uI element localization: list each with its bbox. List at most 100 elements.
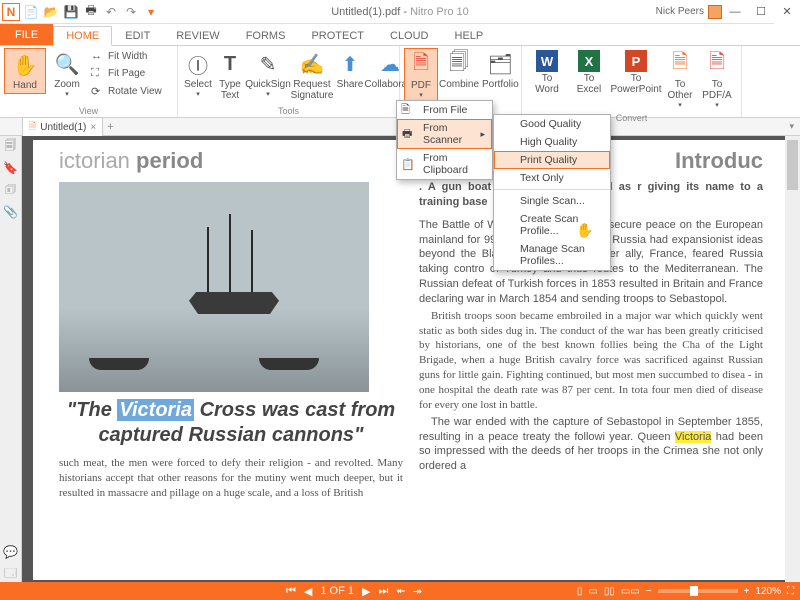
tab-review[interactable]: REVIEW <box>163 26 232 45</box>
first-page-button[interactable]: ⏮ <box>286 585 296 598</box>
tabstrip-chevron-icon[interactable]: ▾ <box>789 121 794 132</box>
facing-continuous-icon[interactable]: ▭▭ <box>621 586 640 597</box>
document-viewport[interactable]: ictorian period "The Victoria Cross was … <box>22 136 800 582</box>
maximize-button[interactable]: ☐ <box>748 0 774 24</box>
menu-from-clipboard[interactable]: 📋From Clipboard <box>397 149 492 179</box>
menu-single-scan[interactable]: Single Scan... <box>494 192 610 210</box>
body-text-r3: The war ended with the capture of Sebast… <box>419 415 763 474</box>
page: ictorian period "The Victoria Cross was … <box>33 140 789 580</box>
facing-icon[interactable]: ▯▯ <box>604 586 615 597</box>
back-button[interactable]: ⯬ <box>396 585 405 598</box>
redo-icon[interactable]: ↷ <box>122 3 140 21</box>
rotate-icon: ⟳ <box>91 85 105 98</box>
pdf-icon: 🗎 <box>407 51 435 79</box>
share-icon: ⬆ <box>336 50 364 78</box>
tab-cloud[interactable]: CLOUD <box>377 26 442 45</box>
text-icon: T <box>216 50 244 78</box>
select-icon: Ⓘ <box>184 50 212 78</box>
user-label[interactable]: Nick Peers <box>656 5 722 19</box>
type-text-button[interactable]: TType Text <box>214 48 246 103</box>
zoom-icon: 🔍 <box>53 50 81 78</box>
tab-home[interactable]: HOME <box>53 26 112 46</box>
tab-edit[interactable]: EDIT <box>112 26 163 45</box>
hand-tool-button[interactable]: ✋Hand <box>4 48 46 94</box>
fit-width-icon: ↔ <box>91 50 105 62</box>
zoom-level[interactable]: 120% <box>755 586 781 597</box>
layers-panel-icon[interactable]: 🗊 <box>3 182 19 198</box>
to-excel-button[interactable]: XTo Excel <box>568 48 610 97</box>
avatar-icon <box>708 5 722 19</box>
fit-width-button[interactable]: ↔Fit Width <box>88 49 165 63</box>
attachments-panel-icon[interactable]: 📎 <box>3 204 19 220</box>
title-bar: N 📄 📂 💾 🖶 ↶ ↷ ▾ Untitled(1).pdf - Nitro … <box>0 0 800 24</box>
file-icon: 🗎 <box>401 101 410 120</box>
rotate-view-button[interactable]: ⟳Rotate View <box>88 84 165 99</box>
page-indicator: 1 OF 1 <box>320 585 354 597</box>
save-icon[interactable]: 💾 <box>62 3 80 21</box>
forward-button[interactable]: ⯮ <box>413 585 422 598</box>
combine-button[interactable]: 🗐Combine <box>438 48 480 92</box>
ribbon-tabs: FILE HOME EDIT REVIEW FORMS PROTECT CLOU… <box>0 24 800 46</box>
highlighted-text: Victoria <box>675 431 711 443</box>
select-button[interactable]: ⒾSelect▾ <box>182 48 214 100</box>
menu-print-quality[interactable]: Print Quality <box>494 151 610 169</box>
share-button[interactable]: ⬆Share <box>334 48 366 92</box>
scanner-submenu: Good Quality High Quality Print Quality … <box>493 114 611 271</box>
to-other-button[interactable]: 🗎To Other▾ <box>662 48 698 111</box>
to-word-button[interactable]: WTo Word <box>526 48 568 97</box>
fit-page-button[interactable]: ⛶Fit Page <box>88 66 165 81</box>
continuous-icon[interactable]: ▭ <box>588 586 597 597</box>
menu-high-quality[interactable]: High Quality <box>494 133 610 151</box>
output-panel-icon[interactable]: 🗔 <box>3 566 19 582</box>
quicksign-button[interactable]: ✎QuickSign▾ <box>246 48 290 100</box>
undo-icon[interactable]: ↶ <box>102 3 120 21</box>
left-heading: ictorian period <box>59 148 403 174</box>
menu-from-file[interactable]: 🗎From File <box>397 101 492 119</box>
excel-icon: X <box>578 50 600 72</box>
request-signature-button[interactable]: ✍Request Signature <box>290 48 334 103</box>
qat-more-icon[interactable]: ▾ <box>142 3 160 21</box>
last-page-button[interactable]: ⏭ <box>378 585 388 598</box>
fullscreen-icon[interactable]: ⛶ <box>787 586 794 597</box>
zoom-in-button[interactable]: + <box>744 586 750 597</box>
pages-panel-icon[interactable]: 🗐 <box>3 138 19 154</box>
menu-good-quality[interactable]: Good Quality <box>494 115 610 133</box>
body-text-r2: British troops soon became embroiled in … <box>419 309 763 413</box>
menu-create-profile[interactable]: Create Scan Profile... <box>494 210 610 240</box>
quick-access-toolbar: N 📄 📂 💾 🖶 ↶ ↷ ▾ <box>0 3 160 21</box>
print-icon[interactable]: 🖶 <box>82 3 100 21</box>
zoom-slider[interactable] <box>658 589 738 593</box>
single-page-icon[interactable]: ▯ <box>577 586 583 597</box>
tab-forms[interactable]: FORMS <box>233 26 299 45</box>
document-tab[interactable]: 🗎 Untitled(1) × <box>22 117 103 136</box>
to-powerpoint-button[interactable]: PTo PowerPoint <box>610 48 662 97</box>
vertical-scrollbar[interactable] <box>785 136 800 582</box>
portfolio-button[interactable]: 🗂Portfolio <box>480 48 521 92</box>
combine-icon: 🗐 <box>445 50 473 78</box>
portfolio-icon: 🗂 <box>486 50 514 78</box>
page-navigation: ⏮ ◀ 1 OF 1 ▶ ⏭ ⯬ ⯮ <box>286 585 422 598</box>
new-tab-button[interactable]: + <box>107 121 113 133</box>
tab-file[interactable]: FILE <box>0 24 53 45</box>
prev-page-button[interactable]: ◀ <box>304 585 312 598</box>
app-icon[interactable]: N <box>2 3 20 21</box>
close-button[interactable]: ✕ <box>774 0 800 24</box>
window-title: Untitled(1).pdf - Nitro Pro 10 <box>331 6 469 18</box>
tab-close-icon[interactable]: × <box>90 122 96 133</box>
menu-from-scanner[interactable]: 🖶From Scanner▸ <box>397 119 492 149</box>
open-icon[interactable]: 📂 <box>42 3 60 21</box>
tab-help[interactable]: HELP <box>442 26 497 45</box>
navigation-sidebar: 🗐 🔖 🗊 📎 💬 🗔 <box>0 136 22 582</box>
tab-protect[interactable]: PROTECT <box>298 26 377 45</box>
bookmarks-panel-icon[interactable]: 🔖 <box>3 160 19 176</box>
pdf-create-button[interactable]: 🗎PDF▾ <box>404 48 438 102</box>
comments-panel-icon[interactable]: 💬 <box>3 544 19 560</box>
menu-manage-profiles[interactable]: Manage Scan Profiles... <box>494 240 610 270</box>
minimize-button[interactable]: — <box>722 0 748 24</box>
menu-text-only[interactable]: Text Only <box>494 169 610 187</box>
zoom-button[interactable]: 🔍Zoom▾ <box>46 48 88 100</box>
new-icon[interactable]: 📄 <box>22 3 40 21</box>
next-page-button[interactable]: ▶ <box>362 585 370 598</box>
zoom-out-button[interactable]: − <box>646 586 652 597</box>
to-pdfa-button[interactable]: 🗎To PDF/A▾ <box>698 48 736 111</box>
